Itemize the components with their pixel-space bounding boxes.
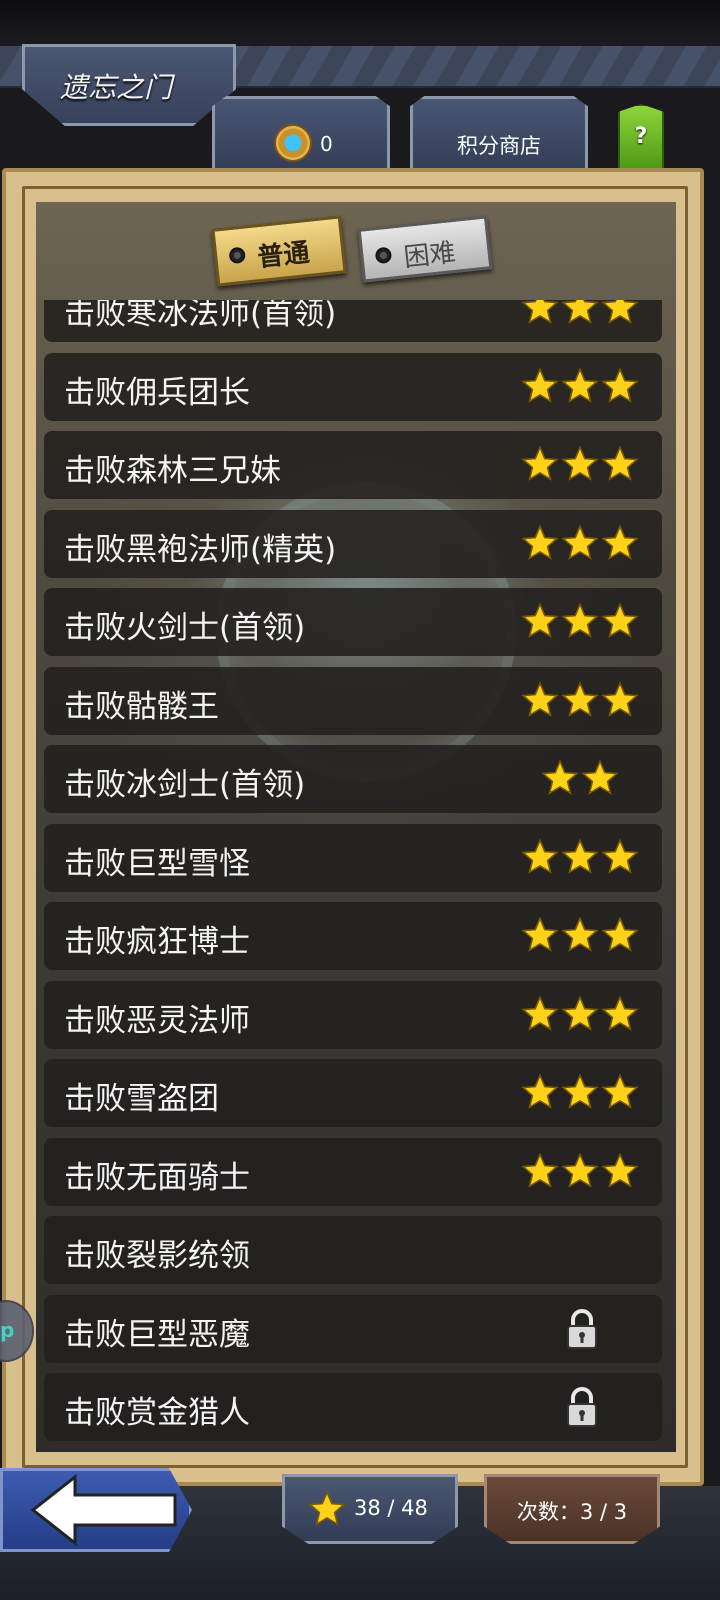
star-rating bbox=[520, 680, 640, 721]
star-icon bbox=[521, 366, 559, 403]
radio-dot-icon bbox=[228, 246, 247, 265]
quest-label: 击败寒冰法师(首领) bbox=[64, 300, 337, 332]
quest-row[interactable]: 击败火剑士(首领) bbox=[44, 588, 662, 656]
tab-normal-label: 普通 bbox=[256, 237, 311, 274]
quest-row[interactable]: 击败赏金猎人 bbox=[44, 1373, 662, 1441]
floating-bubble-label[interactable]: p bbox=[0, 1318, 14, 1342]
star-icon bbox=[521, 445, 559, 481]
star-icon bbox=[541, 759, 579, 795]
quest-label: 击败雪盗团 bbox=[64, 1081, 219, 1117]
help-icon[interactable]: ? bbox=[618, 124, 664, 149]
star-rating bbox=[520, 445, 640, 485]
medal-icon bbox=[274, 124, 312, 162]
lock-icon bbox=[567, 1387, 597, 1427]
star-rating bbox=[520, 602, 640, 642]
star-rating bbox=[520, 916, 640, 956]
quest-row[interactable]: 击败寒冰法师(首领) bbox=[44, 300, 662, 342]
quest-row[interactable]: 击败恶灵法师 bbox=[44, 980, 662, 1049]
quest-label: 击败无面骑士 bbox=[64, 1159, 250, 1196]
quest-label: 击败佣兵团长 bbox=[64, 374, 250, 411]
quest-row[interactable]: 击败黑袍法师(精英) bbox=[44, 509, 662, 578]
quest-label: 击败裂影统领 bbox=[64, 1238, 250, 1274]
star-icon bbox=[521, 837, 559, 874]
back-arrow-icon bbox=[30, 1473, 177, 1547]
star-icon bbox=[561, 300, 599, 324]
star-icon bbox=[561, 1151, 599, 1188]
quest-row[interactable]: 击败巨型恶魔 bbox=[44, 1294, 662, 1363]
star-icon bbox=[601, 523, 639, 560]
quest-label: 击败冰剑士(首领) bbox=[64, 767, 306, 803]
star-icon bbox=[601, 602, 639, 638]
star-icon bbox=[561, 523, 599, 560]
star-icon bbox=[561, 680, 599, 717]
star-icon bbox=[521, 300, 559, 324]
star-rating bbox=[520, 366, 640, 407]
quest-label: 击败疯狂博士 bbox=[64, 924, 250, 960]
star-icon bbox=[601, 366, 639, 403]
quest-label: 击败火剑士(首领) bbox=[64, 610, 306, 646]
quest-row[interactable]: 击败雪盗团 bbox=[44, 1059, 662, 1127]
star-icon bbox=[601, 837, 639, 874]
star-icon bbox=[581, 759, 619, 795]
quest-row[interactable]: 击败裂影统领 bbox=[44, 1216, 662, 1284]
star-icon bbox=[561, 366, 599, 403]
star-icon bbox=[308, 1490, 346, 1526]
attempts-count: 次数：3 / 3 bbox=[516, 1500, 628, 1524]
quest-row[interactable]: 击败森林三兄妹 bbox=[44, 431, 662, 499]
star-icon bbox=[601, 1151, 639, 1188]
star-rating bbox=[520, 300, 640, 328]
star-icon bbox=[601, 994, 639, 1031]
lock-icon bbox=[567, 1308, 597, 1349]
star-icon bbox=[521, 523, 559, 560]
top-strip bbox=[0, 0, 720, 48]
star-icon bbox=[561, 445, 599, 481]
quest-row[interactable]: 击败冰剑士(首领) bbox=[44, 745, 662, 813]
star-icon bbox=[561, 994, 599, 1031]
points-value: 0 bbox=[320, 132, 333, 156]
star-rating bbox=[520, 837, 640, 878]
page-title: 遗忘之门 bbox=[60, 71, 173, 104]
star-icon bbox=[561, 602, 599, 638]
star-icon bbox=[521, 1073, 559, 1109]
star-rating bbox=[520, 759, 640, 799]
quest-label: 击败黑袍法师(精英) bbox=[64, 531, 337, 568]
star-icon bbox=[601, 445, 639, 481]
star-icon bbox=[521, 1151, 559, 1188]
star-icon bbox=[601, 680, 639, 717]
quest-label: 击败巨型雪怪 bbox=[64, 845, 250, 882]
quest-row[interactable]: 击败无面骑士 bbox=[44, 1137, 662, 1206]
quest-row[interactable]: 击败巨型雪怪 bbox=[44, 823, 662, 892]
star-rating bbox=[520, 523, 640, 564]
star-icon bbox=[521, 916, 559, 952]
star-icon bbox=[601, 300, 639, 324]
star-icon bbox=[561, 1073, 599, 1109]
star-rating bbox=[520, 994, 640, 1035]
star-icon bbox=[521, 994, 559, 1031]
star-icon bbox=[601, 916, 639, 952]
star-icon bbox=[521, 602, 559, 638]
back-button[interactable] bbox=[0, 1468, 192, 1552]
quest-row[interactable]: 击败骷髅王 bbox=[44, 666, 662, 735]
tab-hard-label: 困难 bbox=[402, 237, 458, 274]
stars-total: 38 / 48 bbox=[354, 1496, 428, 1520]
quest-label: 击败恶灵法师 bbox=[64, 1002, 250, 1039]
points-shop-label[interactable]: 积分商店 bbox=[410, 130, 588, 160]
star-icon bbox=[561, 837, 599, 874]
quest-label: 击败骷髅王 bbox=[64, 688, 219, 725]
star-icon bbox=[561, 916, 599, 952]
quest-list[interactable]: 击败寒冰法师(首领) 击败佣兵团长 击败森林三兄妹击败黑袍法师(精英) 击败火剑士(首… bbox=[36, 300, 676, 1450]
quest-label: 击败赏金猎人 bbox=[64, 1395, 250, 1431]
quest-row[interactable]: 击败疯狂博士 bbox=[44, 902, 662, 970]
radio-dot-icon bbox=[374, 246, 393, 265]
quest-label: 击败巨型恶魔 bbox=[64, 1316, 250, 1353]
quest-label: 击败森林三兄妹 bbox=[64, 453, 281, 489]
star-icon bbox=[521, 680, 559, 717]
star-rating bbox=[520, 1073, 640, 1113]
star-icon bbox=[601, 1073, 639, 1109]
star-rating bbox=[520, 1151, 640, 1192]
quest-row[interactable]: 击败佣兵团长 bbox=[44, 352, 662, 421]
